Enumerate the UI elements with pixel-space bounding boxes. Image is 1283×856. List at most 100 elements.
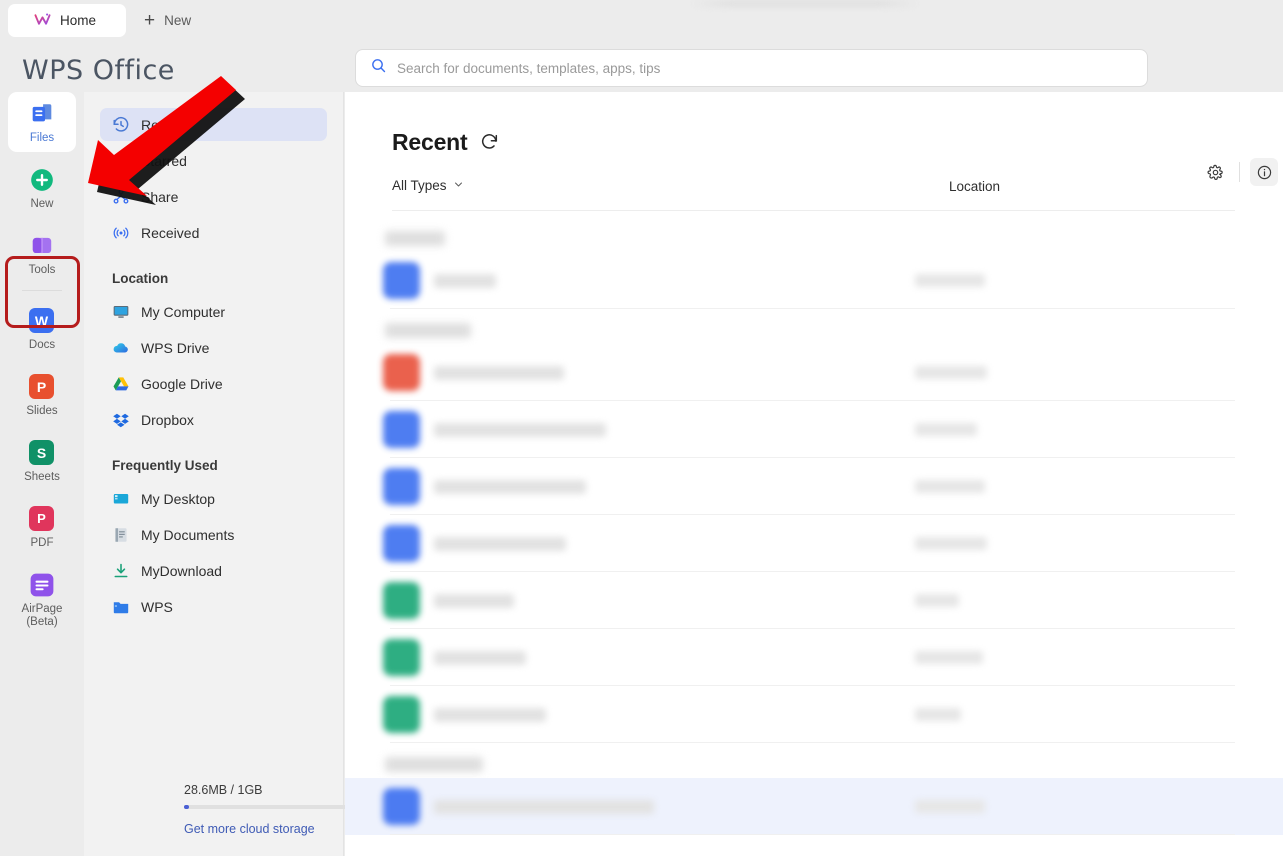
sidebar-item-my-computer[interactable]: My Computer <box>100 295 327 328</box>
sidebar-heading-frequently-used: Frequently Used <box>84 458 343 473</box>
rail-item-airpage-label: AirPage (Beta) <box>22 603 63 629</box>
broadcast-icon <box>112 224 130 242</box>
file-name <box>434 366 564 380</box>
file-type-icon <box>383 411 420 448</box>
chevron-down-icon <box>453 178 464 193</box>
spreadsheet-s-icon: S <box>29 440 55 466</box>
rail-item-docs[interactable]: W Docs <box>8 299 76 359</box>
file-location <box>915 651 983 664</box>
file-location <box>915 594 959 607</box>
column-header-location: Location <box>949 179 1000 194</box>
file-row[interactable] <box>345 686 1283 743</box>
row-separator <box>390 834 1235 835</box>
file-group-date-label <box>385 323 471 338</box>
file-row[interactable] <box>345 778 1283 835</box>
file-name <box>434 423 606 437</box>
sidebar-item-my-documents[interactable]: My Documents <box>100 518 327 551</box>
rail-item-pdf-label: PDF <box>31 537 54 550</box>
plus-icon: + <box>144 11 155 30</box>
sidebar-item-received[interactable]: Received <box>100 216 327 249</box>
sidebar-item-starred[interactable]: Starred <box>100 144 327 177</box>
file-name <box>434 594 514 608</box>
sidebar-item-share-label: Share <box>141 189 178 205</box>
file-row[interactable] <box>345 629 1283 686</box>
file-row[interactable] <box>345 458 1283 515</box>
recent-files-list[interactable] <box>345 217 1283 856</box>
tab-new-button[interactable]: + New <box>132 4 207 37</box>
tab-home[interactable]: Home <box>8 4 126 37</box>
rail-item-sheets[interactable]: S Sheets <box>8 431 76 491</box>
sidebar-item-recent[interactable]: Recent <box>100 108 327 141</box>
file-location <box>915 480 985 493</box>
rail-item-tools[interactable]: Tools <box>8 224 76 284</box>
recent-panel: Recent <box>345 92 1283 856</box>
file-location <box>915 423 977 436</box>
rail-item-pdf[interactable]: P PDF <box>8 497 76 557</box>
rail-item-tools-label: Tools <box>29 264 56 277</box>
rail-item-airpage[interactable]: AirPage (Beta) <box>8 563 76 636</box>
sidebar-item-google-drive-label: Google Drive <box>141 376 223 392</box>
file-row[interactable] <box>345 344 1283 401</box>
file-location <box>915 708 961 721</box>
info-circle-icon[interactable] <box>1250 158 1278 186</box>
rail-item-files[interactable]: Files <box>8 92 76 152</box>
app-rail: Files New Tools <box>0 92 84 856</box>
file-type-icon <box>383 262 420 299</box>
file-row[interactable] <box>345 401 1283 458</box>
sidebar-item-wps-drive[interactable]: WPS Drive <box>100 331 327 364</box>
sidebar-item-dropbox[interactable]: Dropbox <box>100 403 327 436</box>
history-clock-icon <box>112 116 130 134</box>
file-location <box>915 366 987 379</box>
sidebar-item-dropbox-label: Dropbox <box>141 412 194 428</box>
file-type-icon <box>383 468 420 505</box>
writer-w-icon: W <box>29 308 55 334</box>
app-brand-title: WPS Office <box>22 55 175 86</box>
file-name <box>434 800 654 814</box>
file-location <box>915 537 987 550</box>
rail-item-slides-label: Slides <box>26 405 57 418</box>
search-bar-container: Search for documents, templates, apps, t… <box>345 41 1283 92</box>
sidebar-item-my-desktop-label: My Desktop <box>141 491 215 507</box>
file-name <box>434 480 586 494</box>
airpage-icon <box>29 572 55 598</box>
sidebar-item-my-desktop[interactable]: My Desktop <box>100 482 327 515</box>
file-type-icon <box>383 639 420 676</box>
column-header-underline <box>392 210 1235 211</box>
sidebar-item-my-computer-label: My Computer <box>141 304 225 320</box>
rail-item-new[interactable]: New <box>8 158 76 218</box>
file-location <box>915 274 985 287</box>
download-icon <box>112 562 130 580</box>
row-separator <box>390 742 1235 743</box>
search-icon <box>370 57 387 79</box>
sidebar-item-wps-folder[interactable]: WPS <box>100 590 327 623</box>
wps-office-window: Home + New WPS Office Files <box>0 0 1283 856</box>
file-row[interactable] <box>345 572 1283 629</box>
sidebar-item-mydownload[interactable]: MyDownload <box>100 554 327 587</box>
file-name <box>434 651 526 665</box>
dropbox-icon <box>112 411 130 429</box>
file-name <box>434 708 546 722</box>
file-group-date-label <box>385 231 445 246</box>
sidebar-item-wps-folder-label: WPS <box>141 599 173 615</box>
refresh-icon[interactable] <box>480 132 500 152</box>
file-row[interactable] <box>345 515 1283 572</box>
pdf-icon: P <box>29 506 55 532</box>
search-input[interactable]: Search for documents, templates, apps, t… <box>355 49 1148 87</box>
file-row[interactable] <box>345 252 1283 309</box>
rail-item-slides[interactable]: P Slides <box>8 365 76 425</box>
sidebar-item-wps-drive-label: WPS Drive <box>141 340 209 356</box>
storage-progress-fill <box>184 805 189 809</box>
all-types-filter[interactable]: All Types <box>392 178 464 193</box>
rail-item-sheets-label: Sheets <box>24 471 60 484</box>
files-icon <box>29 101 55 127</box>
presentation-p-icon: P <box>29 374 55 400</box>
panel-header: Recent <box>392 125 1242 159</box>
file-group-date-label <box>385 757 483 772</box>
tab-home-label: Home <box>60 13 96 28</box>
tools-icon <box>29 233 55 259</box>
sidebar-item-google-drive[interactable]: Google Drive <box>100 367 327 400</box>
redacted-titlebar-region <box>690 0 920 7</box>
google-drive-icon <box>112 375 130 393</box>
desktop-icon <box>112 490 130 508</box>
sidebar-item-share[interactable]: Share <box>100 180 327 213</box>
